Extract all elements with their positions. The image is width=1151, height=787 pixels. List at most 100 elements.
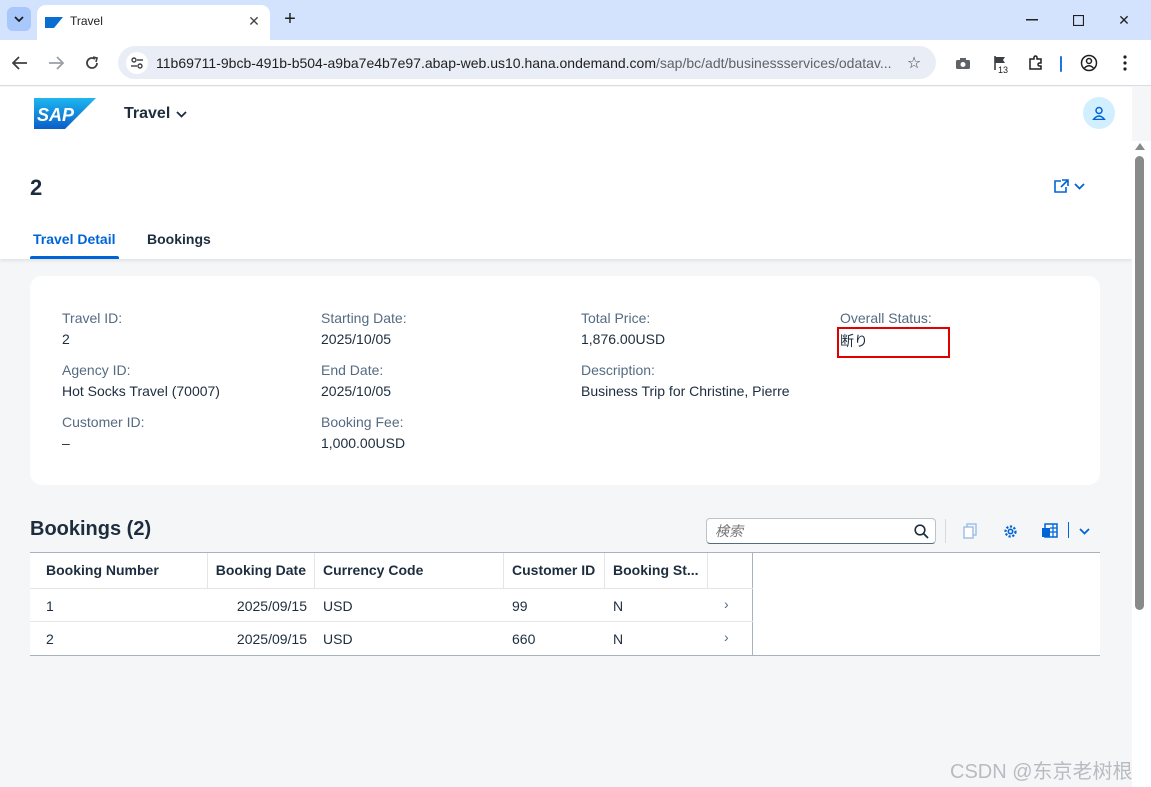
cell-booking-number: 2 [46,631,54,647]
settings-gear-icon[interactable] [999,520,1021,542]
app-title: Travel [124,105,171,122]
profile-icon[interactable] [1078,52,1100,74]
page-scrollbar[interactable] [1132,141,1151,787]
table-row[interactable]: 1 2025/09/15 USD 99 N › [30,589,753,622]
share-button[interactable] [1053,175,1095,197]
browser-tab-travel[interactable]: Travel ✕ [37,5,270,40]
browser-tabstrip: Travel ✕ + ✕ [0,0,1151,40]
bookmark-star-icon[interactable]: ☆ [904,53,924,73]
column-header-booking-status[interactable]: Booking St... [605,553,708,588]
field-label: Booking Fee: [321,414,404,430]
url-host: 11b69711-9bcb-491b-b504-a9ba7e4b7e97.aba… [156,55,656,71]
field-end-date: End Date: 2025/10/05 [321,362,391,399]
url-text: 11b69711-9bcb-491b-b504-a9ba7e4b7e97.aba… [156,55,892,71]
tab-bookings[interactable]: Bookings [147,231,211,247]
bookings-table: Booking Number Booking Date Currency Cod… [30,552,1100,656]
puzzle-glyph [1029,55,1042,70]
field-customer-id: Customer ID: – [62,414,144,451]
browser-tab-title: Travel [70,14,103,28]
search-input[interactable] [715,522,905,540]
field-label: Travel ID: [62,310,123,326]
field-value: 1,000.00USD [321,435,406,451]
field-description: Description: Business Trip for Christine… [581,362,790,399]
camera-glyph [956,57,970,69]
browser-menu-icon[interactable] [1114,52,1136,74]
copy-icon[interactable] [959,520,981,542]
tune-glyph [131,57,143,69]
field-value: – [62,435,70,451]
field-starting-date: Starting Date: 2025/10/05 [321,310,407,347]
row-navigation-chevron-right-icon[interactable]: › [724,596,729,612]
export-menu-chevron-down-icon[interactable] [1073,520,1095,542]
column-header-currency-code[interactable]: Currency Code [315,553,504,588]
export-split-divider [1068,522,1069,538]
copy-glyph [963,523,977,539]
search-icon[interactable] [912,522,930,540]
field-total-price: Total Price: 1,876.00USD [581,310,665,347]
active-tab-indicator [30,256,119,259]
minimize-window-icon[interactable] [1017,9,1047,31]
sap-logo-text: SAP [37,105,75,125]
scroll-up-arrow-icon[interactable] [1135,143,1145,150]
bookings-title: Bookings (2) [30,518,152,540]
cell-booking-number: 1 [46,598,54,614]
field-value: Business Trip for Christine, Pierre [581,383,790,399]
travel-detail-card: Travel ID: 2 Agency ID: Hot Socks Travel… [30,276,1100,485]
sap-logo[interactable]: SAP [34,98,96,129]
scrollbar-thumb[interactable] [1135,156,1144,610]
table-columns: Booking Number Booking Date Currency Cod… [30,553,753,656]
table-row[interactable]: 2 2025/09/15 USD 660 N › [30,622,753,655]
sap-logo-shape: SAP [34,98,96,129]
field-label: Agency ID: [62,362,131,378]
cell-status: N [613,631,624,647]
forward-arrow-glyph [49,56,64,70]
export-glyph [1042,523,1058,538]
app-title-menu[interactable]: Travel [124,105,187,123]
field-value: 1,876.00USD [581,331,666,347]
field-agency-id: Agency ID: Hot Socks Travel (70007) [62,362,220,399]
new-tab-button[interactable]: + [280,8,300,30]
address-bar[interactable]: 11b69711-9bcb-491b-b504-a9ba7e4b7e97.aba… [118,46,936,79]
chevron-down-icon [176,110,187,118]
cell-currency: USD [323,598,353,614]
field-value: 2025/10/05 [321,383,392,399]
cell-currency: USD [323,631,353,647]
column-header-customer-id[interactable]: Customer ID [504,553,605,588]
reload-icon[interactable] [81,52,103,74]
field-label: Overall Status: [840,310,932,326]
status-highlight-box [837,327,950,358]
watermark-text: CSDN @东京老树根 [950,761,1133,783]
cell-status: N [613,598,624,614]
site-settings-icon[interactable] [126,52,148,74]
shell-bar: SAP Travel [0,87,1132,141]
field-value: Hot Socks Travel (70007) [62,383,220,399]
field-label: Total Price: [581,310,651,326]
close-tab-icon[interactable]: ✕ [245,12,263,30]
toolbar-separator [945,519,946,543]
tab-travel-detail[interactable]: Travel Detail [33,231,116,247]
bookings-search-field[interactable] [706,518,936,544]
forward-icon[interactable] [45,52,67,74]
back-arrow-glyph [12,56,27,70]
object-page-header: 2 Travel Detail Bookings [0,141,1132,259]
field-label: Description: [581,362,655,378]
user-avatar[interactable] [1083,97,1115,129]
column-header-booking-number[interactable]: Booking Number [30,553,208,588]
camera-icon[interactable] [952,52,974,74]
maximize-glyph [1072,14,1084,26]
kebab-glyph [1123,55,1127,71]
row-navigation-chevron-right-icon[interactable]: › [724,629,729,645]
export-spreadsheet-icon[interactable] [1039,520,1061,542]
toolbar-divider [1060,56,1062,72]
column-header-booking-date[interactable]: Booking Date [208,553,315,588]
maximize-window-icon[interactable] [1063,9,1093,31]
field-booking-fee: Booking Fee: 1,000.00USD [321,414,405,451]
field-label: Starting Date: [321,310,407,326]
chevron-down-icon [14,16,24,22]
tab-search-button[interactable] [7,7,31,31]
close-window-icon[interactable]: ✕ [1109,9,1139,31]
cell-booking-date: 2025/09/15 [236,598,307,614]
extensions-puzzle-icon[interactable] [1025,52,1047,74]
minimize-glyph [1026,19,1038,21]
back-icon[interactable] [9,52,31,74]
